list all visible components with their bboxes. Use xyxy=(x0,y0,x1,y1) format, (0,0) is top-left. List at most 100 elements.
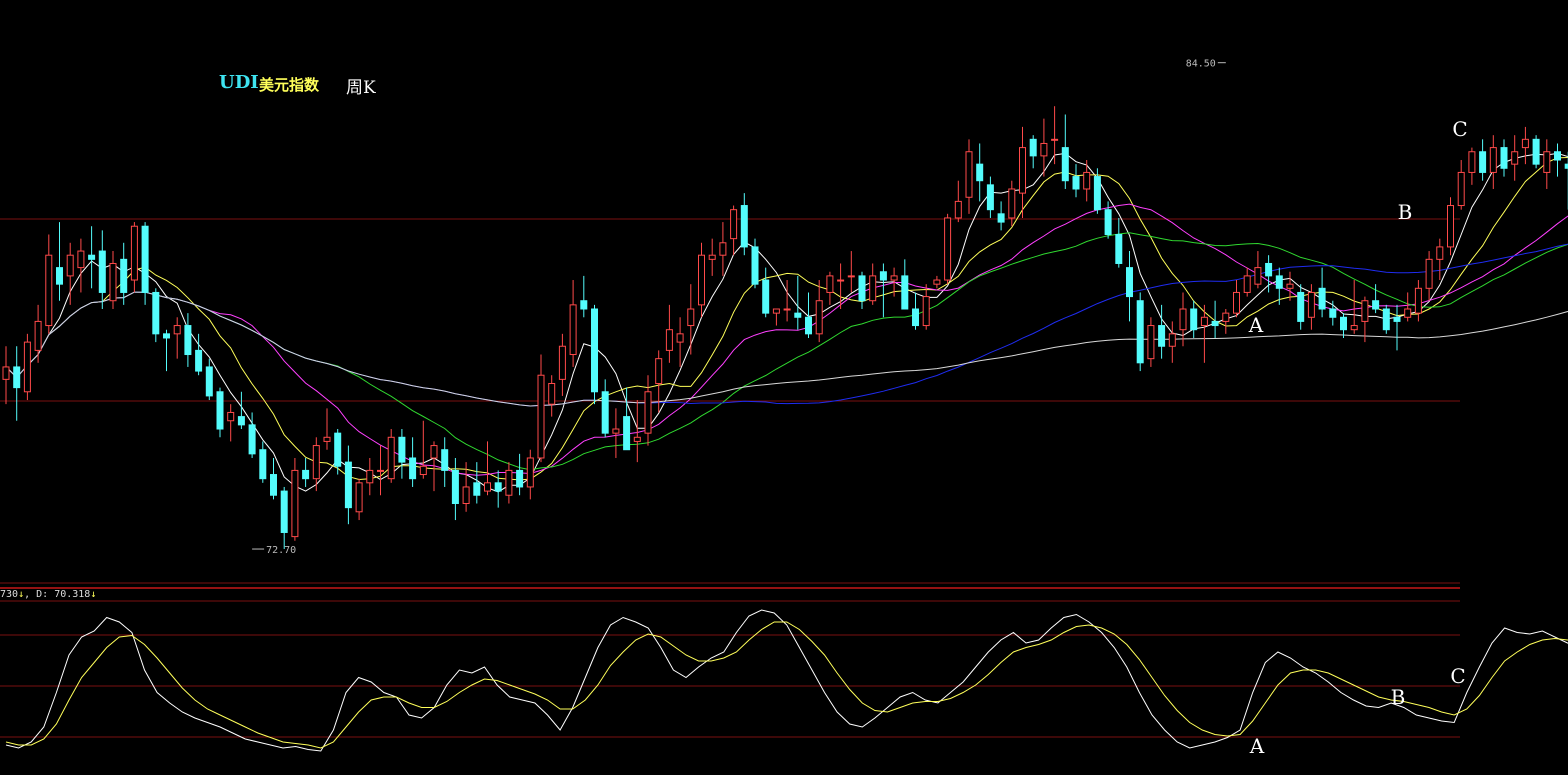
candle-body-up xyxy=(227,411,235,422)
candle-body-down xyxy=(344,461,352,509)
candle xyxy=(922,284,930,330)
candle-body-up xyxy=(1243,275,1251,293)
candle-body-down xyxy=(1372,300,1380,310)
candle xyxy=(1061,114,1069,189)
candle-body-down xyxy=(794,312,802,318)
candle xyxy=(56,222,63,301)
candle-body-down xyxy=(398,436,406,463)
candle-body-up xyxy=(847,275,855,278)
candle xyxy=(772,308,780,326)
candle xyxy=(526,449,534,500)
candle-body-up xyxy=(730,209,738,240)
candle xyxy=(644,375,652,446)
candle-body-up xyxy=(1040,142,1048,157)
candlestick-series xyxy=(2,106,1568,550)
candle xyxy=(933,275,941,289)
candle-body-up xyxy=(644,391,652,434)
candle-body-up xyxy=(1019,147,1026,194)
candle-body-down xyxy=(248,424,256,455)
candle-body-up xyxy=(612,428,620,434)
candle-body-up xyxy=(815,300,823,335)
chart-annotations: 84.50 72.70 A A B B C C xyxy=(252,59,1468,758)
candle-body-down xyxy=(302,469,310,480)
low-price-label: 72.70 xyxy=(266,545,296,556)
candle xyxy=(815,280,823,343)
candle-body-down xyxy=(601,391,609,434)
candle-body-up xyxy=(484,482,491,492)
candle xyxy=(997,201,1005,231)
candle-body-down xyxy=(1265,262,1273,277)
candle-body-up xyxy=(558,345,566,380)
candle xyxy=(13,346,21,421)
candle-body-up xyxy=(890,275,898,281)
candle-body-up xyxy=(1543,151,1551,173)
candle-body-up xyxy=(1168,333,1176,347)
candle xyxy=(1404,292,1412,322)
candle-body-down xyxy=(1104,209,1112,236)
candle xyxy=(858,271,866,309)
candle-body-up xyxy=(355,482,363,513)
candle-body-up xyxy=(665,329,673,351)
candle-body-up xyxy=(933,279,941,285)
candle xyxy=(45,234,53,334)
candle-body-up xyxy=(1350,325,1358,331)
candle-body-up xyxy=(837,279,845,282)
candle-body-down xyxy=(879,271,887,281)
candle xyxy=(1072,164,1080,198)
candle-body-down xyxy=(1532,138,1540,165)
candle-body-up xyxy=(772,308,780,314)
candle xyxy=(965,139,973,214)
candle xyxy=(1222,309,1230,334)
candle-body-up xyxy=(548,382,556,405)
candle-body-up xyxy=(922,296,930,327)
candle xyxy=(1414,280,1422,322)
candle xyxy=(2,346,10,405)
candle xyxy=(783,280,791,322)
candle xyxy=(1029,135,1037,169)
candle-body-up xyxy=(1307,291,1315,318)
candle xyxy=(1447,197,1454,256)
candle-body-up xyxy=(430,445,438,459)
candle-body-down xyxy=(858,275,866,302)
candle xyxy=(516,453,524,496)
candle xyxy=(23,333,31,401)
candle-body-down xyxy=(280,490,288,533)
candle-body-up xyxy=(1222,312,1230,322)
candle-body-down xyxy=(163,333,170,339)
candle-body-up xyxy=(323,436,331,442)
candle xyxy=(1511,135,1519,181)
candle-body-up xyxy=(377,469,384,472)
candle xyxy=(976,143,984,202)
candle xyxy=(1393,304,1401,351)
candle xyxy=(473,462,481,504)
candle-body-down xyxy=(1072,176,1080,190)
kdj-k-value: 730 xyxy=(0,589,19,600)
candle-body-down xyxy=(98,250,106,293)
ma30-line xyxy=(5,232,1568,471)
candle xyxy=(719,222,727,276)
candle xyxy=(1115,217,1123,268)
candle-body-down xyxy=(762,279,770,314)
candle-body-down xyxy=(334,432,342,467)
candle xyxy=(1457,160,1465,210)
candle-body-up xyxy=(1233,291,1240,314)
candle xyxy=(1468,147,1476,185)
candle xyxy=(302,457,310,487)
kdj-label-b: B xyxy=(1391,685,1406,709)
candle-body-up xyxy=(366,469,374,484)
candle-body-up xyxy=(1008,188,1016,219)
candle-body-up xyxy=(77,250,85,269)
candle xyxy=(826,271,834,305)
candle xyxy=(77,238,85,293)
candle xyxy=(708,238,716,276)
candle xyxy=(847,251,855,293)
candle xyxy=(377,445,384,496)
candle xyxy=(591,304,598,405)
candle-body-down xyxy=(1211,320,1219,327)
candle-body-down xyxy=(259,449,267,480)
candle xyxy=(1190,300,1198,338)
candle-body-up xyxy=(1436,246,1444,260)
candle xyxy=(1019,126,1026,218)
candle xyxy=(1158,304,1166,359)
candle-body-up xyxy=(34,320,42,351)
